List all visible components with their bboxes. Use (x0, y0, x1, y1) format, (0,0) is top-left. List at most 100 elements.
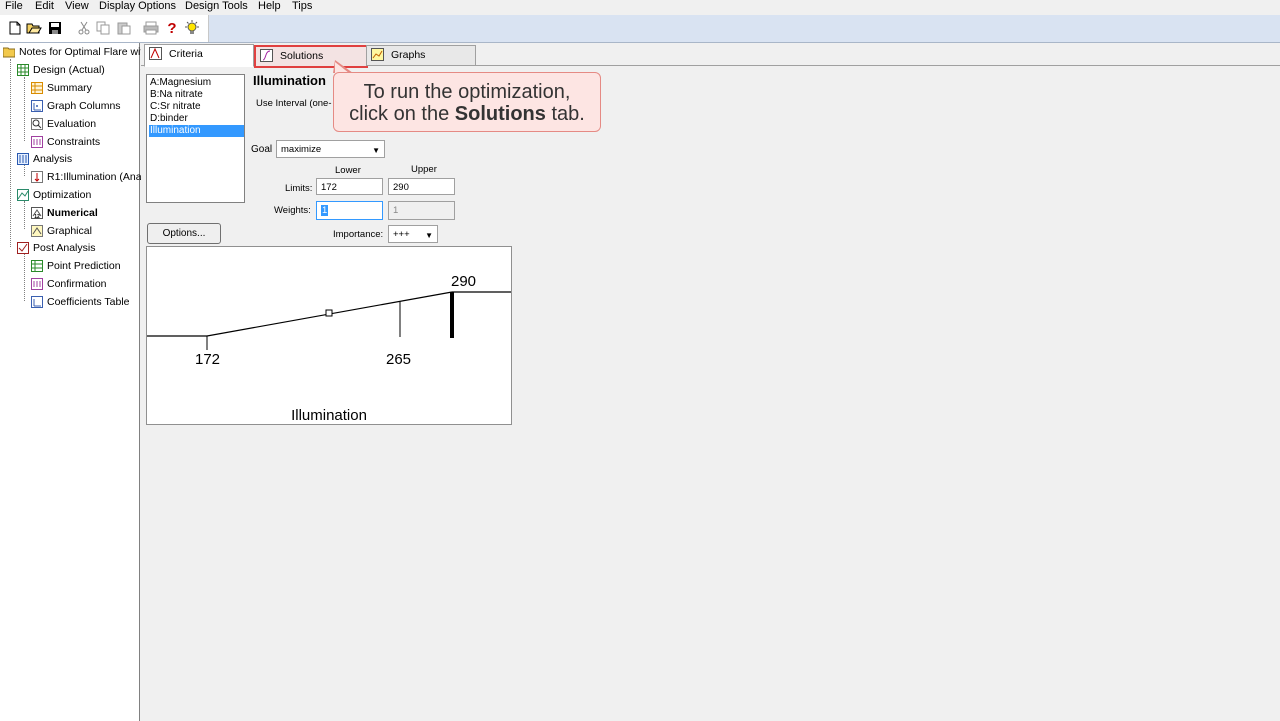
lower-weight-value: 1 (321, 205, 329, 216)
tree-connector (24, 77, 25, 141)
svg-text:12: 12 (34, 214, 40, 219)
tree-item-label: Numerical (47, 207, 98, 219)
tree-item-label: Graphical (47, 225, 92, 237)
desirability-plot: 172 265 290 Illumination (146, 246, 512, 425)
confirmation-icon (31, 278, 43, 290)
menu-help[interactable]: Help (256, 0, 283, 13)
menu-tips[interactable]: Tips (290, 0, 314, 13)
callout-emphasis: Solutions (454, 103, 546, 125)
tree-item-label: Constraints (47, 136, 101, 148)
folder-icon (3, 47, 15, 58)
open-folder-icon[interactable] (26, 20, 42, 36)
tree-item-label: Post Analysis (33, 242, 96, 254)
callout-text: tab. (545, 103, 585, 125)
save-icon[interactable] (47, 20, 63, 36)
menu-view[interactable]: View (63, 0, 91, 13)
menu-design-tools[interactable]: Design Tools (183, 0, 250, 13)
menu-edit[interactable]: Edit (33, 0, 56, 13)
lower-weight-field[interactable]: 1 (316, 201, 383, 220)
lower-header: Lower (335, 165, 361, 176)
tutorial-callout: To run the optimization, click on the So… (333, 72, 601, 132)
optimization-icon (17, 189, 29, 201)
graphical-optimization-icon (31, 225, 43, 237)
graph-columns-icon (31, 100, 43, 112)
list-item[interactable]: D:binder (149, 113, 244, 125)
toolbar-button-group: ? (0, 15, 209, 42)
tab-solutions-label: Solutions (280, 50, 324, 62)
importance-dropdown-value: +++ (393, 229, 410, 240)
design-grid-icon (17, 64, 29, 76)
tree-item-label: Confirmation (47, 278, 107, 290)
importance-label: Importance: (333, 229, 384, 240)
chevron-down-icon: ▼ (425, 231, 433, 240)
limits-label: Limits: (285, 183, 313, 194)
cut-icon[interactable] (76, 20, 92, 36)
tree-root-label: Notes for Optimal Flare wit (19, 46, 144, 58)
upper-limit-field[interactable]: 290 (388, 178, 455, 195)
use-interval-label: Use Interval (one- (256, 98, 332, 109)
tree-item-label: Graph Columns (47, 100, 121, 112)
menu-file[interactable]: File (3, 0, 25, 13)
plot-xlabel: Illumination (291, 407, 367, 424)
print-icon[interactable] (143, 20, 159, 36)
list-item[interactable]: C:Sr nitrate (149, 101, 244, 113)
menu-display-options[interactable]: Display Options (97, 0, 178, 13)
evaluation-magnifier-icon (31, 118, 43, 130)
analysis-icon (17, 153, 29, 165)
list-item[interactable]: B:Na nitrate (149, 89, 244, 101)
tree-item-label: Evaluation (47, 118, 97, 130)
toolbar: ? (0, 15, 1280, 43)
tab-graphs-label: Graphs (391, 49, 426, 61)
paste-icon[interactable] (116, 20, 132, 36)
criteria-icon (149, 47, 162, 60)
tree-item-label: Point Prediction (47, 260, 121, 272)
tree-connector (24, 201, 25, 229)
tree-connector (24, 165, 25, 176)
lower-limit-field[interactable]: 172 (316, 178, 383, 195)
chevron-down-icon: ▼ (372, 146, 380, 155)
tree-item-label: Optimization (33, 189, 92, 201)
tree-item-label: Analysis (33, 153, 73, 165)
list-item[interactable]: A:Magnesium (149, 77, 244, 89)
tab-criteria-label: Criteria (169, 48, 203, 60)
weights-label: Weights: (274, 205, 311, 216)
point-prediction-icon (31, 260, 43, 272)
tab-graphs[interactable]: Graphs (366, 45, 476, 66)
callout-line2: click on the Solutions tab. (334, 103, 600, 125)
plot-label-mid: 265 (386, 351, 412, 368)
response-list[interactable]: A:Magnesium B:Na nitrate C:Sr nitrate D:… (146, 74, 245, 203)
design-tree-panel: Notes for Optimal Flare wit Design (Actu… (0, 43, 144, 721)
copy-icon[interactable] (95, 20, 111, 36)
goal-dropdown[interactable]: maximize ▼ (276, 140, 385, 158)
tree-connector (10, 59, 11, 247)
menu-bar: File Edit View Display Options Design To… (0, 0, 1280, 14)
list-item-selected[interactable]: Illumination (149, 125, 244, 137)
tree-item-label: R1:Illumination (Anal (47, 171, 144, 183)
plot-label-lower: 172 (195, 351, 221, 368)
new-file-icon[interactable] (7, 20, 23, 36)
upper-header: Upper (411, 164, 437, 175)
help-icon[interactable]: ? (164, 20, 180, 37)
tree-item-label: Coefficients Table (47, 296, 130, 308)
solutions-icon (260, 49, 273, 62)
summary-icon (31, 82, 43, 94)
upper-weight-field[interactable]: 1 (388, 201, 455, 220)
tree-item-label: Design (Actual) (33, 64, 105, 76)
callout-text: click on the (349, 103, 455, 125)
tree-item-label: Summary (47, 82, 92, 94)
graphs-icon (371, 48, 384, 61)
post-analysis-icon (17, 242, 29, 254)
goal-label: Goal (251, 144, 273, 155)
importance-dropdown[interactable]: +++ ▼ (388, 225, 438, 243)
options-button[interactable]: Options... (147, 223, 221, 244)
criteria-title: Illumination (253, 73, 326, 88)
coefficients-table-icon (31, 296, 43, 308)
plot-label-upper: 290 (451, 273, 477, 290)
response-icon (31, 171, 43, 183)
goal-dropdown-value: maximize (281, 144, 322, 155)
tips-lightbulb-icon[interactable] (184, 20, 200, 36)
callout-line1: To run the optimization, (363, 81, 571, 103)
tree-connector (24, 254, 25, 301)
numerical-optimization-icon: 12 (31, 207, 43, 219)
tab-criteria[interactable]: Criteria (144, 44, 254, 67)
